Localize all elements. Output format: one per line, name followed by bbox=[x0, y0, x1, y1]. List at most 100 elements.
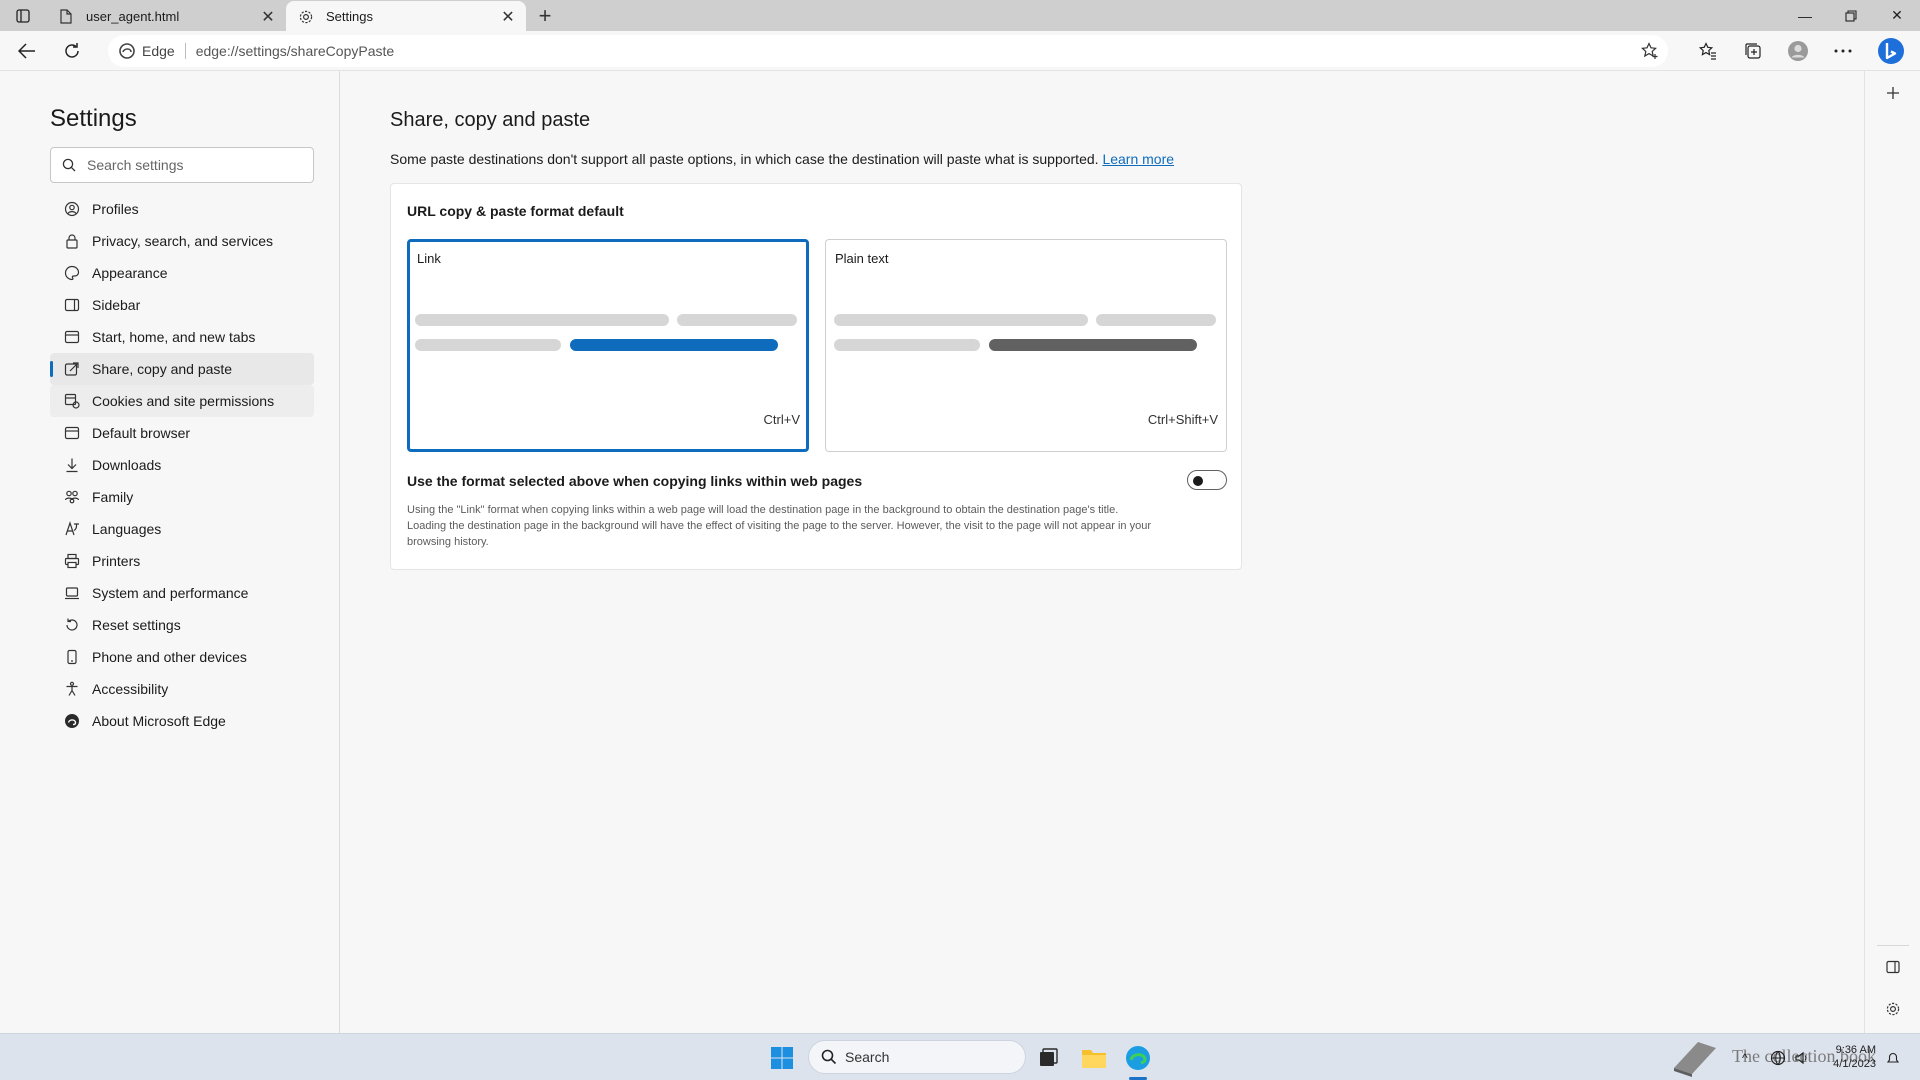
description-text: Some paste destinations don't support al… bbox=[390, 151, 1099, 167]
tab-settings[interactable]: Settings ✕ bbox=[286, 1, 526, 32]
profile-icon bbox=[62, 199, 82, 219]
tab-actions-icon[interactable] bbox=[10, 4, 36, 28]
nav-item-sidebar[interactable]: Sidebar bbox=[50, 289, 314, 321]
search-settings-box[interactable] bbox=[50, 147, 314, 183]
close-tab-icon[interactable]: ✕ bbox=[256, 5, 280, 29]
network-icon[interactable] bbox=[1770, 1034, 1786, 1080]
tab-title: Settings bbox=[326, 9, 373, 24]
nav-item-printers[interactable]: Printers bbox=[50, 545, 314, 577]
copy-links-toggle-row: Use the format selected above when copyi… bbox=[407, 470, 1227, 492]
edge-taskbar-icon[interactable] bbox=[1122, 1042, 1154, 1074]
nav-item-accessibility[interactable]: Accessibility bbox=[50, 673, 314, 705]
address-separator bbox=[184, 43, 186, 59]
nav-item-phone[interactable]: Phone and other devices bbox=[50, 641, 314, 673]
nav-item-label: Cookies and site permissions bbox=[92, 393, 275, 409]
nav-item-start-home[interactable]: Start, home, and new tabs bbox=[50, 321, 314, 353]
nav-item-profiles[interactable]: Profiles bbox=[50, 193, 314, 225]
nav-item-label: Downloads bbox=[92, 457, 162, 473]
tab-user-agent[interactable]: user_agent.html ✕ bbox=[46, 1, 286, 32]
url-format-card: URL copy & paste format default Link Ctr… bbox=[390, 183, 1242, 570]
nav-item-appearance[interactable]: Appearance bbox=[50, 257, 314, 289]
address-bar[interactable]: Edge edge://settings/shareCopyPaste bbox=[108, 35, 1668, 67]
tray-chevron-icon[interactable]: ^ bbox=[1742, 1034, 1748, 1080]
file-icon bbox=[58, 9, 74, 25]
bing-copilot-icon[interactable] bbox=[1876, 36, 1906, 66]
volume-icon[interactable] bbox=[1794, 1034, 1810, 1080]
nav-item-label: Sidebar bbox=[92, 297, 141, 313]
taskbar-search-label: Search bbox=[845, 1049, 890, 1065]
settings-sidebar: Settings Profiles Privacy, search, and s… bbox=[0, 71, 340, 1033]
toggle-help-text: Using the "Link" format when copying lin… bbox=[407, 502, 1237, 550]
download-icon bbox=[62, 455, 82, 475]
nav-item-label: Accessibility bbox=[92, 681, 169, 697]
nav-item-label: Reset settings bbox=[92, 617, 181, 633]
nav-item-family[interactable]: Family bbox=[50, 481, 314, 513]
card-title: URL copy & paste format default bbox=[407, 203, 624, 219]
nav-item-default-browser[interactable]: Default browser bbox=[50, 417, 314, 449]
search-icon bbox=[51, 148, 87, 182]
option-label: Plain text bbox=[835, 251, 889, 266]
link-format-option[interactable]: Link Ctrl+V bbox=[407, 239, 809, 452]
plain-text-format-option[interactable]: Plain text Ctrl+Shift+V bbox=[825, 239, 1227, 452]
laptop-icon bbox=[62, 583, 82, 603]
settings-nav-list: Profiles Privacy, search, and services A… bbox=[50, 193, 314, 737]
preview-plain-bar bbox=[989, 339, 1197, 351]
option-shortcut: Ctrl+Shift+V bbox=[1147, 412, 1218, 427]
clock-date: 4/1/2023 bbox=[1833, 1058, 1876, 1070]
nav-item-reset[interactable]: Reset settings bbox=[50, 609, 314, 641]
restore-button[interactable] bbox=[1828, 0, 1874, 31]
system-clock[interactable]: 9:36 AM 4/1/2023 bbox=[1816, 1043, 1876, 1071]
nav-item-label: Family bbox=[92, 489, 134, 505]
file-explorer-icon[interactable] bbox=[1078, 1042, 1110, 1074]
search-input[interactable] bbox=[87, 157, 297, 173]
lock-icon bbox=[62, 231, 82, 251]
new-tab-button[interactable]: + bbox=[532, 3, 558, 29]
collections-icon[interactable] bbox=[1738, 36, 1768, 66]
nav-item-downloads[interactable]: Downloads bbox=[50, 449, 314, 481]
hide-sidebar-icon[interactable] bbox=[1881, 955, 1905, 979]
windows-taskbar: Search The collection book ^ 9:36 AM 4/1… bbox=[0, 1033, 1920, 1080]
sidebar-settings-icon[interactable] bbox=[1881, 997, 1905, 1021]
refresh-button[interactable] bbox=[57, 36, 87, 66]
close-tab-icon[interactable]: ✕ bbox=[496, 5, 520, 29]
nav-item-languages[interactable]: Languages bbox=[50, 513, 314, 545]
preview-bar bbox=[415, 339, 561, 351]
nav-item-label: Default browser bbox=[92, 425, 191, 441]
browser-icon bbox=[62, 423, 82, 443]
share-icon bbox=[62, 359, 82, 379]
profile-avatar[interactable] bbox=[1783, 36, 1813, 66]
nav-item-privacy[interactable]: Privacy, search, and services bbox=[50, 225, 314, 257]
nav-item-share-copy-paste[interactable]: Share, copy and paste bbox=[50, 353, 314, 385]
tab-title: user_agent.html bbox=[86, 9, 180, 24]
nav-item-label: Privacy, search, and services bbox=[92, 233, 274, 249]
close-window-button[interactable]: ✕ bbox=[1874, 0, 1920, 31]
more-menu-icon[interactable] bbox=[1828, 36, 1858, 66]
nav-item-cookies[interactable]: Cookies and site permissions bbox=[50, 385, 314, 417]
nav-item-label: Appearance bbox=[92, 265, 168, 281]
copy-links-toggle[interactable] bbox=[1187, 470, 1227, 490]
settings-main: Share, copy and paste Some paste destina… bbox=[341, 71, 1864, 1033]
add-favorite-icon[interactable] bbox=[1640, 41, 1660, 61]
toggle-knob bbox=[1193, 476, 1203, 486]
notification-icon[interactable] bbox=[1886, 1034, 1900, 1080]
languages-icon bbox=[62, 519, 82, 539]
minimize-button[interactable]: — bbox=[1782, 0, 1828, 31]
settings-title: Settings bbox=[50, 105, 137, 132]
printer-icon bbox=[62, 551, 82, 571]
help-line: browsing history. bbox=[407, 536, 489, 548]
learn-more-link[interactable]: Learn more bbox=[1102, 151, 1174, 167]
edgebar-divider bbox=[1877, 945, 1909, 946]
start-icon[interactable] bbox=[766, 1042, 798, 1074]
nav-item-system[interactable]: System and performance bbox=[50, 577, 314, 609]
nav-item-about[interactable]: About Microsoft Edge bbox=[50, 705, 314, 737]
task-view-icon[interactable] bbox=[1032, 1042, 1064, 1074]
url-text[interactable]: edge://settings/shareCopyPaste bbox=[196, 43, 394, 59]
nav-item-label: System and performance bbox=[92, 585, 249, 601]
search-icon bbox=[821, 1049, 837, 1065]
back-button[interactable] bbox=[12, 36, 42, 66]
taskbar-search[interactable]: Search bbox=[808, 1040, 1026, 1074]
favorites-icon[interactable] bbox=[1693, 36, 1723, 66]
add-sidebar-app-icon[interactable] bbox=[1881, 81, 1905, 105]
clock-time: 9:36 AM bbox=[1835, 1044, 1876, 1056]
preview-link-bar bbox=[570, 339, 778, 351]
